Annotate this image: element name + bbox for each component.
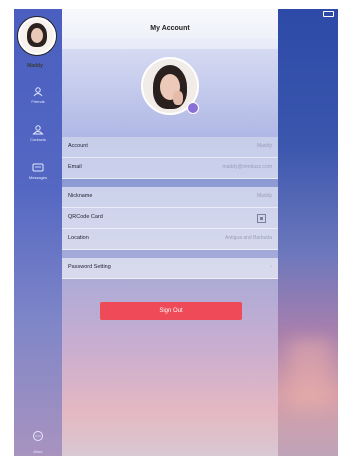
profile-hero <box>62 39 278 137</box>
sidebar-item-label: More <box>33 449 43 454</box>
battery-icon <box>323 11 334 17</box>
row-label: Email <box>68 164 82 170</box>
sidebar-item-messages[interactable]: Messages <box>14 163 62 191</box>
row-value: Maddy <box>256 143 272 149</box>
background-wallpaper <box>278 9 338 456</box>
list-item-account: Account Maddy <box>62 137 278 158</box>
row-value: Maddy <box>256 193 272 199</box>
avatar-hand <box>173 91 183 105</box>
avatar-face <box>31 28 43 43</box>
sidebar-item-label: Messages <box>28 175 48 180</box>
sidebar-item-more[interactable]: More <box>14 429 62 454</box>
row-value: maddy@nimbuzz.com <box>222 164 272 170</box>
page-title: My Account <box>150 25 190 32</box>
account-details-list: Account Maddy Email maddy@nimbuzz.com Ni… <box>62 137 278 279</box>
screen: iPad Maddy Friends <box>0 0 354 460</box>
row-label: Nickname <box>68 193 93 199</box>
messages-icon <box>32 163 44 172</box>
edit-photo-badge-icon[interactable] <box>187 102 199 114</box>
account-panel: My Account Account Maddy Email maddy@nim… <box>62 9 278 456</box>
sidebar-item-contacts[interactable]: Contacts <box>14 125 62 153</box>
sign-out-button[interactable]: Sign Out <box>100 302 242 320</box>
row-label: QRCode Card <box>68 214 103 220</box>
friends-icon <box>33 87 43 97</box>
sidebar-profile[interactable]: Maddy <box>14 17 62 75</box>
list-item-password-setting[interactable]: Password Setting › <box>62 258 278 279</box>
contacts-icon <box>32 125 44 135</box>
row-label: Location <box>68 235 89 241</box>
row-label: Account <box>68 143 88 149</box>
ipad-screen: iPad Maddy Friends <box>14 9 338 456</box>
list-item-email[interactable]: Email maddy@nimbuzz.com <box>62 158 278 179</box>
sidebar-item-label: Contacts <box>30 137 46 142</box>
sidebar-item-label: Friends <box>31 99 45 104</box>
sidebar: Maddy Friends Contacts Messages More <box>14 9 62 456</box>
avatar[interactable] <box>18 17 56 55</box>
list-item-qrcode[interactable]: QRCode Card <box>62 208 278 229</box>
row-label: Password Setting <box>68 264 111 270</box>
qrcode-icon <box>257 214 266 223</box>
sidebar-profile-name: Maddy <box>27 63 43 69</box>
chevron-right-icon: › <box>270 264 272 270</box>
list-item-nickname[interactable]: Nickname Maddy <box>62 187 278 208</box>
row-value: Antigua and Barbuda <box>225 235 272 241</box>
sidebar-item-friends[interactable]: Friends <box>14 87 62 115</box>
more-icon <box>33 431 43 441</box>
wallpaper-glow <box>290 339 330 409</box>
list-item-location[interactable]: Location Antigua and Barbuda <box>62 229 278 250</box>
